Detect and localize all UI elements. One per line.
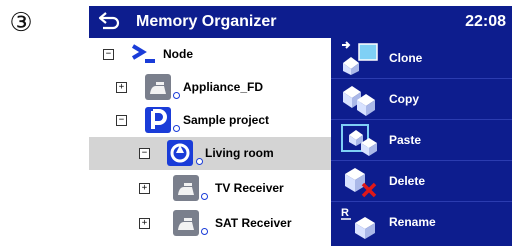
copy-icon	[339, 82, 381, 116]
delete-button[interactable]: Delete	[331, 161, 512, 202]
device-screen: Memory Organizer 22:08 − Node + Applianc…	[89, 6, 512, 246]
clock: 22:08	[465, 13, 506, 30]
tree-item-label: Sample project	[183, 113, 270, 127]
tree-item-label: Living room	[205, 146, 274, 160]
title-bar: Memory Organizer 22:08	[89, 6, 512, 38]
collapse-toggle[interactable]: −	[139, 148, 150, 159]
copy-label: Copy	[389, 92, 419, 106]
tree-item-label: Node	[163, 47, 193, 61]
node-dot	[196, 158, 203, 165]
copy-button[interactable]: Copy	[331, 79, 512, 120]
expand-toggle[interactable]: +	[116, 82, 127, 93]
clone-icon	[339, 41, 381, 75]
appliance-icon	[172, 209, 202, 237]
delete-icon	[339, 164, 381, 198]
svg-text:R: R	[341, 207, 349, 219]
tree-item-living-room[interactable]: − Living room	[89, 137, 331, 170]
delete-label: Delete	[389, 174, 426, 188]
collapse-toggle[interactable]: −	[103, 49, 114, 60]
tree-item-tv-receiver[interactable]: + TV Receiver	[89, 172, 331, 205]
tree-item-node[interactable]: − Node	[89, 38, 331, 71]
collapse-toggle[interactable]: −	[116, 115, 127, 126]
project-icon	[144, 106, 174, 134]
expand-toggle[interactable]: +	[139, 183, 150, 194]
node-dot	[201, 193, 208, 200]
structure-tree: − Node + Appliance_FD − Sample project −…	[89, 38, 331, 246]
tree-item-sample-project[interactable]: − Sample project	[89, 104, 331, 137]
node-dot	[201, 228, 208, 235]
paste-button[interactable]: Paste	[331, 120, 512, 161]
tree-item-sat-receiver[interactable]: + SAT Receiver	[89, 207, 331, 240]
tree-item-label: Appliance_FD	[183, 80, 264, 94]
page-title: Memory Organizer	[136, 13, 277, 30]
appliance-icon	[172, 174, 202, 202]
back-arrow-icon[interactable]	[97, 11, 121, 31]
paste-label: Paste	[389, 133, 422, 147]
action-panel: Clone Copy Paste Delete R Rename	[331, 38, 512, 246]
step-marker: ③	[9, 8, 33, 38]
node-dot	[173, 92, 180, 99]
clone-button[interactable]: Clone	[331, 38, 512, 79]
rename-button[interactable]: R Rename	[331, 202, 512, 242]
clone-label: Clone	[389, 51, 423, 65]
paste-icon	[339, 123, 381, 157]
appliance-icon	[144, 73, 174, 101]
rename-icon: R	[339, 205, 381, 239]
terminal-prompt-icon	[129, 40, 159, 68]
location-icon	[166, 139, 196, 167]
rename-label: Rename	[389, 215, 436, 229]
expand-toggle[interactable]: +	[139, 218, 150, 229]
tree-item-appliance-fd[interactable]: + Appliance_FD	[89, 71, 331, 104]
tree-item-label: SAT Receiver	[215, 216, 292, 230]
tree-item-label: TV Receiver	[215, 181, 284, 195]
node-dot	[173, 125, 180, 132]
